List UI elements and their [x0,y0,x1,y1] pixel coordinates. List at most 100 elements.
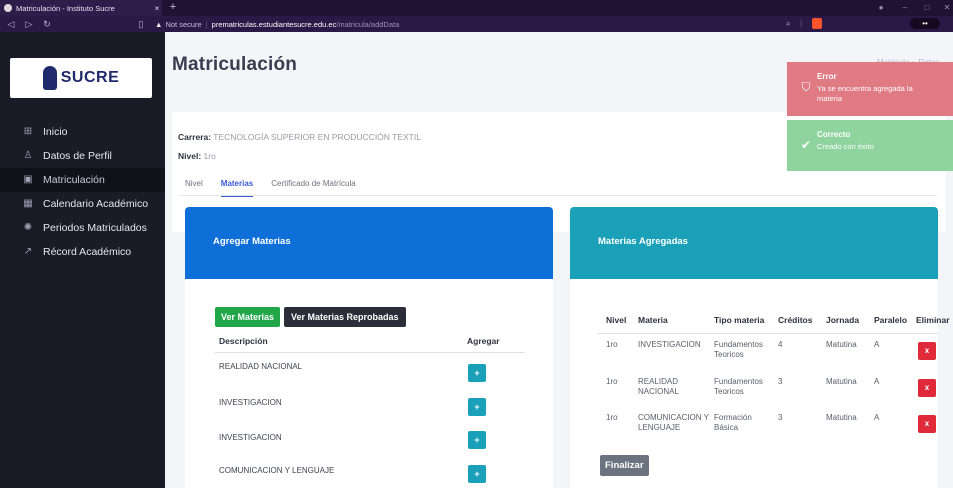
added-subjects-card: Materias Agregadas Nivel Materia Tipo ma… [570,207,950,488]
sidebar-item-datos-perfil[interactable]: ♙ Datos de Perfil [0,144,165,168]
col-header-tipo: Tipo materia [714,315,765,325]
cell-materia: COMUNICACION Y LENGUAJE [638,413,709,432]
sidebar-item-label: Récord Académico [43,246,132,258]
forward-icon[interactable]: ▷ [22,16,36,32]
career-value: TECNOLOGÍA SUPERIOR EN PRODUCCIÓN TEXTIL [213,132,421,142]
subject-row-label: REALIDAD NACIONAL [219,362,303,371]
error-toast[interactable]: ⛉ Error Ya se encuentra agregada la mate… [787,62,953,116]
close-window-icon[interactable]: ✕ [938,0,953,16]
cell-creditos: 3 [778,377,783,386]
career-line: Carrera: TECNOLOGÍA SUPERIOR EN PRODUCCI… [178,132,421,142]
table-divider [215,352,525,353]
cell-nivel: 1ro [606,340,618,349]
tab-close-icon[interactable]: × [152,4,162,13]
view-subjects-button[interactable]: Ver Materias [215,307,281,327]
logo[interactable]: SUCRE [10,58,152,98]
tab-title: Matriculación - Instituto Sucre [16,3,115,13]
sidebar-item-label: Datos de Perfil [43,150,112,162]
brave-shield-icon[interactable] [812,18,822,29]
career-label: Carrera: [178,132,212,142]
cell-materia: REALIDAD NACIONAL [638,377,679,396]
bookmark-icon[interactable]: ▯ [134,16,148,32]
added-subjects-title: Materias Agregadas [598,236,688,247]
new-tab-button[interactable]: + [166,0,180,16]
add-subject-button[interactable]: + [468,465,486,483]
subject-row-label: COMUNICACION Y LENGUAJE [219,466,335,475]
add-subjects-card: Agregar Materias Ver Materias Ver Materi… [185,207,553,488]
maximize-icon[interactable]: □ [918,0,936,16]
extensions-icon[interactable]: •• [910,18,940,29]
delete-subject-button[interactable]: x [918,379,936,397]
logo-mark-icon [42,66,57,90]
cell-tipo: Fundamentos Teoricos [714,377,763,396]
cell-paralelo: A [874,377,880,386]
calendar-icon: ▦ [23,198,33,209]
success-toast-message: Creado con éxito [817,142,874,151]
add-subject-button[interactable]: + [468,431,486,449]
delete-subject-button[interactable]: x [918,342,936,360]
grid-icon: ⊞ [23,126,33,137]
sidebar: SUCRE ⊞ Inicio ♙ Datos de Perfil ▣ Matri… [0,32,165,488]
favicon-icon [4,4,12,12]
checkmark-icon: ✔ [800,138,812,152]
col-header-jornada: Jornada [826,315,860,325]
cell-tipo: Fundamentos Teoricos [714,340,763,359]
add-subject-button[interactable]: + [468,364,486,382]
subject-row-label: INVESTIGACION [219,398,282,407]
url-host: prematriculas.estudiantesucre.edu.ec [211,19,337,29]
cell-creditos: 4 [778,340,783,349]
add-subjects-header: Agregar Materias [185,207,553,279]
page-title: Matriculación [172,54,298,75]
level-value: 1ro [203,151,216,161]
cell-jornada: Matutina [826,413,857,422]
url-field[interactable]: ▲ Not secure | prematriculas.estudiantes… [155,18,853,30]
periods-icon: ✺ [23,222,33,233]
col-header-eliminar: Eliminar [916,315,950,325]
view-failed-subjects-button[interactable]: Ver Materias Reprobadas [284,307,406,327]
finalize-button[interactable]: Finalizar [600,455,649,476]
sidebar-item-matriculacion[interactable]: ▣ Matriculación [0,168,165,192]
sidebar-item-periodos[interactable]: ✺ Periodos Matriculados [0,216,165,240]
subject-row-label: INVESTIGACION [219,433,282,442]
cell-tipo: Formación Básica [714,413,752,432]
error-toast-message: Ya se encuentra agregada la materia [817,84,913,103]
sidebar-item-calendario[interactable]: ▦ Calendario Académico [0,192,165,216]
col-header-creditos: Créditos [778,315,813,325]
cell-nivel: 1ro [606,413,618,422]
add-subject-button[interactable]: + [468,398,486,416]
add-subjects-title: Agregar Materias [213,236,291,247]
cell-jornada: Matutina [826,340,857,349]
cell-paralelo: A [874,413,880,422]
sidebar-item-record[interactable]: ↗ Récord Académico [0,240,165,264]
url-path: /matricula/addData [336,19,400,29]
success-toast[interactable]: ✔ Correcto Creado con éxito [787,120,953,171]
browser-tab[interactable]: Matriculación - Instituto Sucre × [0,0,162,16]
sidebar-item-inicio[interactable]: ⊞ Inicio [0,120,165,144]
table-divider [598,333,938,334]
col-header-nivel: Nivel [606,315,627,325]
cell-nivel: 1ro [606,377,618,386]
delete-subject-button[interactable]: x [918,415,936,433]
profile-icon[interactable]: ● [872,0,890,16]
cell-materia: INVESTIGACION [638,340,701,349]
sidebar-item-label: Periodos Matriculados [43,222,147,234]
reload-icon[interactable]: ↻ [40,16,54,32]
matricula-icon: ▣ [23,174,33,185]
tab-strip: Matriculación - Instituto Sucre × + ● – … [0,0,953,16]
added-subjects-header: Materias Agregadas [570,207,938,279]
cell-paralelo: A [874,340,880,349]
back-icon[interactable]: ◁ [4,16,18,32]
level-label: Nivel: [178,151,202,161]
col-header-materia: Materia [638,315,668,325]
zoom-icon[interactable]: ⌕ [786,16,790,32]
col-header-descripcion: Descripción [219,336,268,346]
sidebar-item-label: Calendario Académico [43,198,149,210]
cell-jornada: Matutina [826,377,857,386]
minimize-icon[interactable]: – [896,0,914,16]
warning-icon: ▲ [155,19,163,29]
shield-alert-icon: ⛉ [801,80,811,94]
tabs-divider [179,195,937,196]
page: SUCRE ⊞ Inicio ♙ Datos de Perfil ▣ Matri… [0,32,953,488]
level-line: Nivel: 1ro [178,151,216,161]
omnibox-divider: | [800,19,803,28]
